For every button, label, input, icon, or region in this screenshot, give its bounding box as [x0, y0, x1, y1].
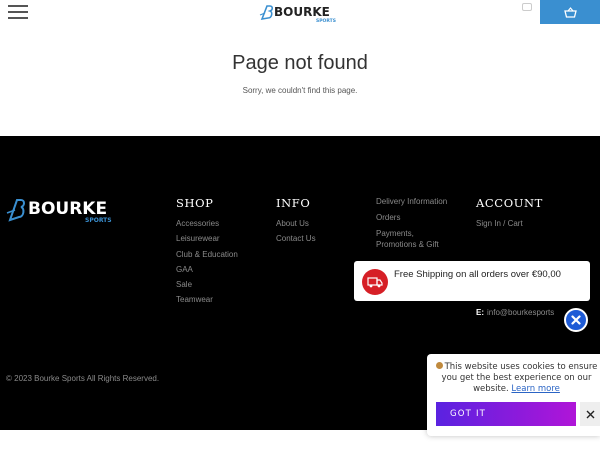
shop-heading: SHOP [176, 196, 214, 210]
cookie-icon [435, 362, 443, 369]
info-heading: INFO [276, 196, 311, 210]
shop-link-gaa[interactable]: GAA [176, 262, 238, 277]
shop-link-accessories[interactable]: Accessories [176, 216, 238, 231]
email-label: E: [476, 308, 484, 317]
footer-brand: BOURKE [28, 199, 107, 219]
shop-link-leisurewear[interactable]: Leisurewear [176, 231, 238, 246]
shipping-close-button[interactable] [564, 308, 588, 332]
footer-col-account: ACCOUNT Sign In / Cart [476, 196, 543, 231]
got-it-button[interactable]: GOT IT [436, 402, 576, 426]
more-link-orders[interactable]: Orders [376, 212, 456, 223]
close-icon [586, 410, 594, 418]
account-link-signin[interactable]: Sign In / Cart [476, 216, 543, 231]
footer-email[interactable]: E: info@bourkesports [476, 308, 554, 317]
site-header: BOURKE SPORTS [0, 0, 600, 24]
close-icon [571, 315, 581, 325]
more-link-payments[interactable]: Payments, Promotions & Gift [376, 228, 456, 250]
footer-col-shop: SHOP Accessories Leisurewear Club & Educ… [176, 196, 238, 308]
footer-logo[interactable]: BOURKE SPORTS [6, 196, 126, 224]
page-title: Page not found [232, 52, 368, 74]
shipping-popup: Free Shipping on all orders over €90,00 [354, 261, 590, 301]
shop-link-teamwear[interactable]: Teamwear [176, 292, 238, 307]
email-value: info@bourkesports [487, 308, 555, 317]
info-link-about[interactable]: About Us [276, 216, 316, 231]
page-message: Sorry, we couldn't find this page. [242, 86, 358, 95]
cookie-close-button[interactable] [580, 402, 600, 426]
cookie-banner: This website uses cookies to ensure you … [427, 354, 600, 436]
shop-link-sale[interactable]: Sale [176, 277, 238, 292]
shop-link-club-education[interactable]: Club & Education [176, 247, 238, 262]
hamburger-icon[interactable] [8, 4, 28, 20]
basket-button[interactable] [540, 0, 600, 24]
cookie-message: This website uses cookies to ensure you … [435, 362, 598, 395]
account-heading: ACCOUNT [476, 196, 543, 210]
shipping-text: Free Shipping on all orders over €90,00 [394, 269, 561, 280]
truck-icon [362, 269, 388, 295]
more-link-delivery[interactable]: Delivery Information [376, 196, 456, 207]
basket-icon [563, 6, 577, 18]
header-mini-icon[interactable] [522, 3, 532, 11]
footer-brand-sub: SPORTS [85, 217, 112, 224]
footer-col-more: Delivery Information Orders Payments, Pr… [376, 196, 456, 255]
svg-text:BOURKE: BOURKE [274, 5, 330, 19]
info-link-contact[interactable]: Contact Us [276, 231, 316, 246]
svg-text:SPORTS: SPORTS [316, 18, 336, 23]
page: BOURKE SPORTS Page not found Sorry, we c… [0, 0, 600, 450]
learn-more-link[interactable]: Learn more [511, 384, 559, 394]
copyright: © 2023 Bourke Sports All Rights Reserved… [6, 374, 160, 383]
footer-col-info: INFO About Us Contact Us [276, 196, 316, 247]
site-logo[interactable]: BOURKE SPORTS [258, 3, 344, 23]
